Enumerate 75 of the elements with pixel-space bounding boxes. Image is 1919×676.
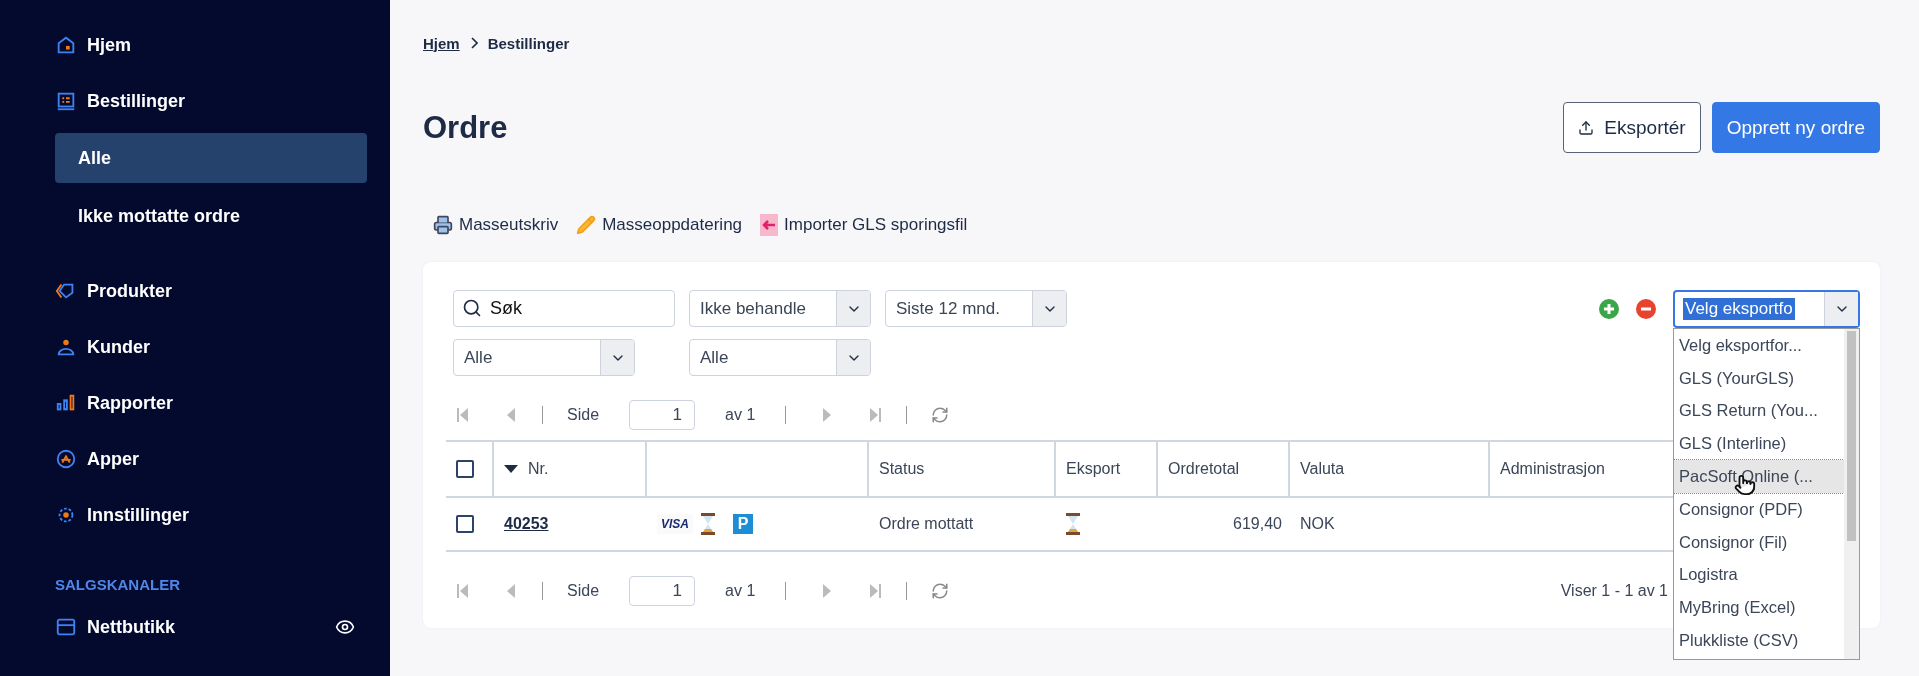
table-cell-text: NOK	[1299, 514, 1336, 534]
export-format-select[interactable]: Velg eksportfo	[1673, 290, 1860, 328]
dropdown-option[interactable]: GLS (YourGLS)	[1674, 361, 1844, 395]
sidebar-subitem[interactable]: Alle	[55, 133, 367, 183]
filter-select[interactable]: Alle	[689, 339, 871, 376]
table-cell-text: 619,40	[1232, 514, 1283, 534]
page-input[interactable]: 1	[629, 576, 696, 606]
toolbar-button[interactable]: Masseutskriv	[433, 215, 559, 235]
sidebar-item[interactable]: Innstillinger	[55, 487, 390, 543]
first-page-icon[interactable]	[456, 407, 470, 423]
last-page-icon[interactable]	[868, 407, 883, 423]
hourglass-icon	[1066, 513, 1080, 535]
sidebar-item[interactable]: Produkter	[55, 263, 390, 319]
sidebar-item[interactable]: Hjem	[55, 17, 390, 73]
column-header[interactable]: Eksport	[1056, 442, 1158, 496]
column-header[interactable]: Nr.	[494, 442, 647, 496]
section-title: SALGSKANALER	[55, 574, 181, 595]
page-title: Ordre	[423, 109, 508, 146]
first-page-icon[interactable]	[456, 583, 470, 599]
store-icon	[55, 616, 77, 638]
page-label: Side	[567, 582, 600, 600]
remove-icon[interactable]	[1636, 299, 1656, 319]
hourglass-icon	[701, 513, 715, 535]
breadcrumb-item[interactable]: Hjem	[423, 34, 460, 52]
sidebar-item[interactable]: Bestillinger	[55, 73, 390, 129]
filter-select[interactable]: Ikke behandle	[689, 290, 871, 327]
export-button[interactable]: Eksportér	[1563, 102, 1701, 153]
dropdown-option[interactable]: GLS Return (You...	[1674, 394, 1844, 428]
page-count: av 1	[725, 406, 756, 424]
dropdown-option[interactable]: Logistra	[1674, 558, 1844, 592]
parking-badge: P	[733, 514, 753, 534]
card-badge: VISA	[657, 514, 693, 534]
dropdown-option[interactable]: GLS (Interline)	[1674, 427, 1844, 461]
column-header[interactable]: Valuta	[1290, 442, 1490, 496]
column-header[interactable]: Status	[869, 442, 1056, 496]
search-icon	[462, 298, 482, 318]
chevron-right-icon	[469, 37, 478, 49]
refresh-icon[interactable]	[931, 406, 950, 424]
sidebar-subitem[interactable]: Ikke mottatte ordre	[55, 191, 367, 241]
create-button[interactable]: Opprett ny ordre	[1711, 102, 1880, 153]
pencil-icon	[576, 215, 597, 235]
sidebar-item[interactable]: Kunder	[55, 319, 390, 375]
upload-icon	[1578, 119, 1595, 136]
apps-icon	[55, 448, 77, 470]
search-field[interactable]: Søk	[453, 290, 675, 327]
select-all-checkbox[interactable]	[456, 460, 474, 478]
column-header[interactable]: Ordretotal	[1158, 442, 1290, 496]
filter-select[interactable]: Siste 12 mnd.	[885, 290, 1067, 327]
add-icon[interactable]	[1599, 299, 1619, 319]
home-icon	[55, 34, 77, 56]
toolbar-button[interactable]: Importer GLS sporingsfil	[760, 214, 968, 236]
row-checkbox[interactable]	[456, 515, 474, 533]
dropdown-option[interactable]: Consignor (Fil)	[1674, 525, 1844, 559]
page-count: av 1	[725, 582, 756, 600]
refresh-icon[interactable]	[931, 582, 950, 600]
page-label: Side	[567, 406, 600, 424]
printer-icon	[433, 215, 453, 235]
scrollbar[interactable]	[1844, 329, 1859, 659]
sidebar-item[interactable]: Nettbutikk	[55, 599, 390, 655]
dropdown-option[interactable]: MyBring (Excel)	[1674, 591, 1844, 625]
sidebar-item[interactable]: Apper	[55, 431, 390, 487]
sidebar-item[interactable]: Rapporter	[55, 375, 390, 431]
list-icon	[55, 90, 77, 112]
toolbar-button[interactable]: Masseoppdatering	[576, 215, 743, 235]
dropdown-option[interactable]: Consignor (PDF)	[1674, 493, 1844, 526]
dropdown-option[interactable]: Velg eksportfor...	[1674, 329, 1844, 362]
table-cell-text: Ordre mottatt	[878, 514, 975, 534]
breadcrumb-item: Bestillinger	[487, 34, 570, 52]
filter-select[interactable]: Alle	[453, 339, 635, 376]
order-number-link[interactable]: 40253	[504, 515, 549, 533]
eye-icon[interactable]	[335, 617, 355, 637]
records-summary: Viser 1 - 1 av 1	[1560, 582, 1668, 600]
last-page-icon[interactable]	[868, 583, 883, 599]
page-input[interactable]: 1	[629, 400, 696, 430]
dropdown-option[interactable]: Plukkliste (CSV)	[1674, 624, 1844, 657]
